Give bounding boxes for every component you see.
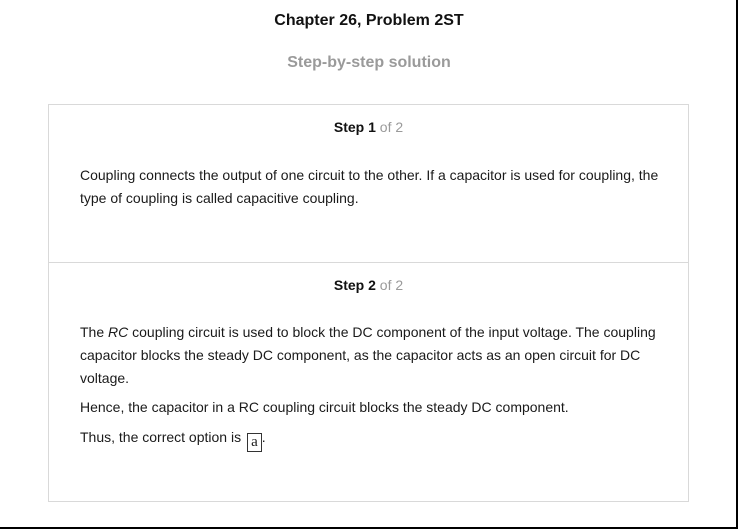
step-2-label: Step bbox=[333, 277, 365, 293]
step-1-header: Step 1 of 2 bbox=[49, 119, 688, 135]
step-2-total: of 2 bbox=[379, 277, 404, 293]
step-2-p1-before: The bbox=[80, 324, 109, 340]
step-2-section: Step 2 of 2 The RC coupling circuit is u… bbox=[49, 263, 688, 501]
step-2-header: Step 2 of 2 bbox=[49, 277, 688, 293]
step-2-number: 2 bbox=[368, 277, 376, 293]
solution-subtitle: Step-by-step solution bbox=[287, 54, 451, 71]
step-2-p1-after: coupling circuit is used to block the DC… bbox=[80, 324, 656, 386]
step-2-paragraph-1: The RC coupling circuit is used to block… bbox=[80, 321, 660, 390]
step-1-paragraph: Coupling connects the output of one circ… bbox=[80, 167, 659, 206]
step-2-p1-italic: RC bbox=[108, 324, 129, 340]
step-2-answer-line: Thus, the correct option is a. bbox=[80, 426, 660, 452]
answer-box: a bbox=[247, 433, 262, 452]
step-1-section: Step 1 of 2 Coupling connects the output… bbox=[49, 105, 688, 263]
answer-prefix: Thus, the correct option is bbox=[80, 429, 242, 445]
step-1-number: 1 bbox=[368, 119, 376, 135]
step-1-label: Step bbox=[333, 119, 365, 135]
step-2-paragraph-2: Hence, the capacitor in a RC coupling ci… bbox=[80, 399, 569, 415]
answer-suffix: . bbox=[261, 429, 266, 445]
step-1-total: of 2 bbox=[379, 119, 404, 135]
solution-steps-card: Step 1 of 2 Coupling connects the output… bbox=[48, 104, 689, 502]
chapter-title: Chapter 26, Problem 2ST bbox=[274, 12, 464, 29]
